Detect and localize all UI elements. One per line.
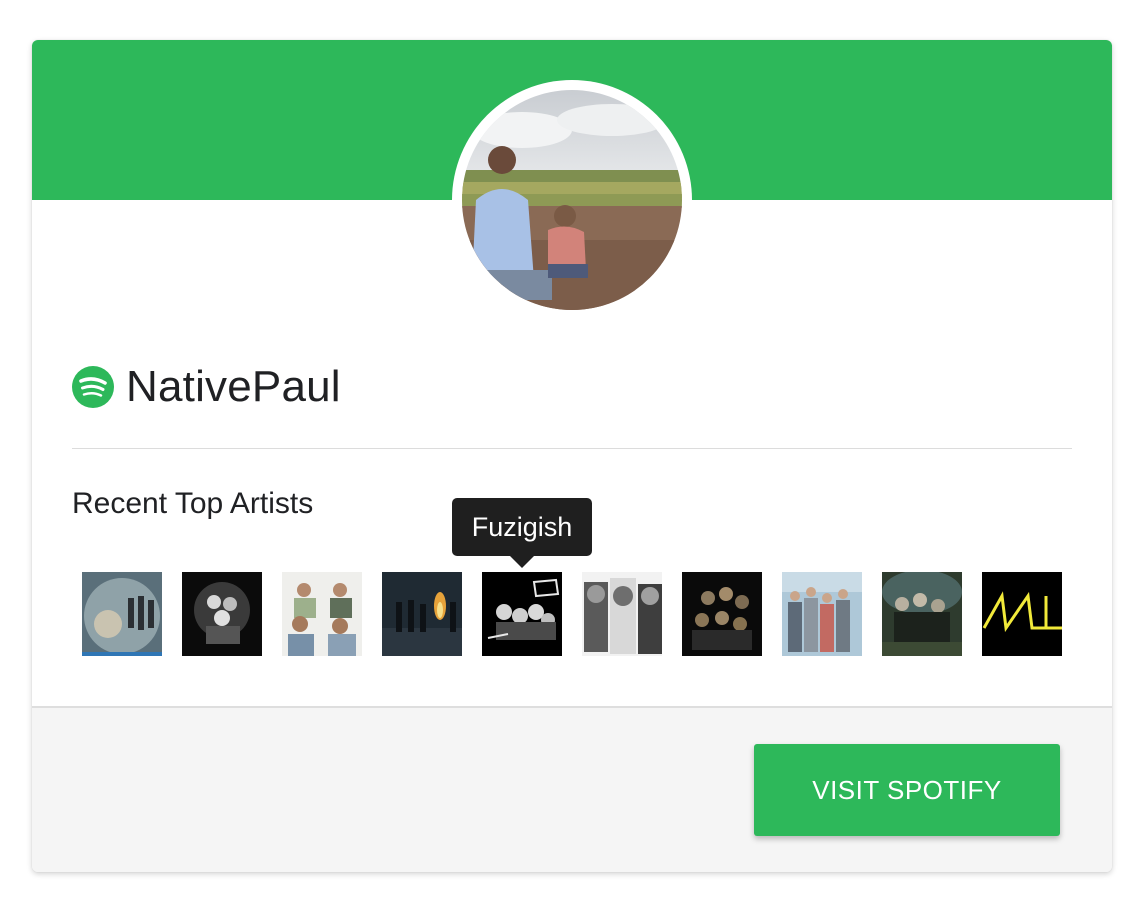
artist-thumbnail[interactable]: [882, 572, 962, 656]
artist-tooltip: Fuzigish: [452, 498, 592, 556]
artist-thumbnail[interactable]: [282, 572, 362, 656]
artist-photo-8-icon: [782, 572, 862, 656]
artist-thumbnail[interactable]: [682, 572, 762, 656]
profile-photo-icon: [462, 90, 682, 310]
user-name-row: NativePaul: [72, 358, 341, 416]
artist-thumbnail[interactable]: [182, 572, 262, 656]
artist-photo-6-icon: [582, 572, 662, 656]
avatar: [452, 80, 692, 320]
artist-thumbnail[interactable]: [82, 572, 162, 656]
artist-photo-7-icon: [682, 572, 762, 656]
artist-thumbnail-fuzigish[interactable]: [482, 572, 562, 656]
artist-photo-4-icon: [382, 572, 462, 656]
divider: [72, 448, 1072, 449]
tooltip-arrow: [510, 556, 534, 568]
profile-card: NativePaul Recent Top Artists Fuzigish V…: [32, 40, 1112, 872]
visit-spotify-button[interactable]: VISIT SPOTIFY: [754, 744, 1060, 836]
artist-thumbnail[interactable]: [582, 572, 662, 656]
spotify-icon: [72, 366, 114, 408]
artist-photo-5-icon: [482, 572, 562, 656]
artist-photo-1-icon: [82, 572, 162, 656]
artist-photo-3-icon: [282, 572, 362, 656]
username: NativePaul: [126, 362, 341, 411]
artist-photo-2-icon: [182, 572, 262, 656]
artist-photo-9-icon: [882, 572, 962, 656]
artist-thumbnail[interactable]: [982, 572, 1062, 656]
artist-thumbnail[interactable]: [382, 572, 462, 656]
artist-photo-10-icon: [982, 572, 1062, 656]
section-title: Recent Top Artists: [72, 487, 314, 520]
artist-thumbnail[interactable]: [782, 572, 862, 656]
